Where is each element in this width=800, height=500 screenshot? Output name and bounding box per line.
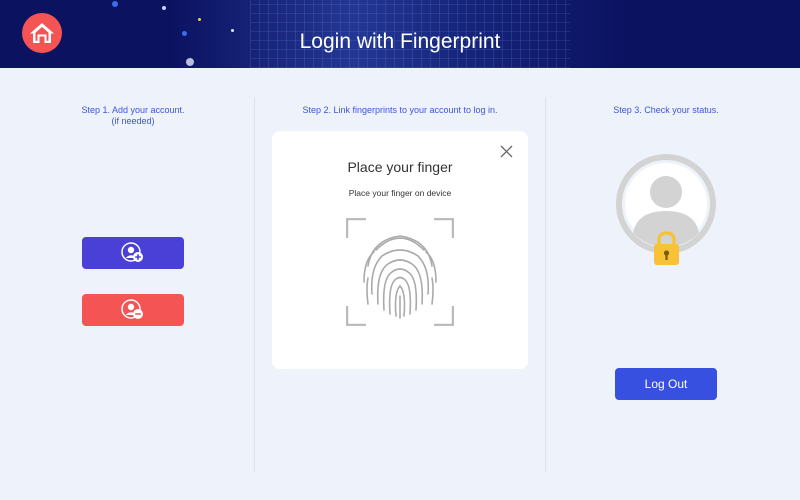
fingerprint-scanner: [346, 218, 454, 326]
close-icon[interactable]: [500, 145, 513, 158]
step2-label: Step 2. Link fingerprints to your accoun…: [302, 105, 498, 115]
lock-icon: [654, 231, 679, 265]
column-divider: [254, 97, 255, 472]
logout-button[interactable]: Log Out: [615, 368, 717, 400]
column-divider: [545, 97, 546, 472]
step1-text: Step 1. Add your account.: [81, 105, 185, 115]
header-bar: Login with Fingerprint: [0, 0, 800, 68]
add-user-icon: [121, 242, 143, 262]
fingerprint-dialog: Place your finger Place your finger on d…: [272, 131, 528, 369]
remove-account-button[interactable]: [82, 294, 184, 326]
step1-note: (if needed): [111, 116, 155, 126]
fingerprint-icon: [363, 235, 437, 319]
step3-label: Step 3. Check your status.: [613, 105, 719, 115]
page-title: Login with Fingerprint: [299, 30, 501, 53]
dialog-title: Place your finger: [347, 159, 453, 175]
remove-user-icon: [121, 299, 143, 319]
add-account-button[interactable]: [82, 237, 184, 269]
dialog-subtitle: Place your finger on device: [348, 188, 452, 198]
step1-label: Step 1. Add your account. (if needed): [58, 105, 208, 127]
